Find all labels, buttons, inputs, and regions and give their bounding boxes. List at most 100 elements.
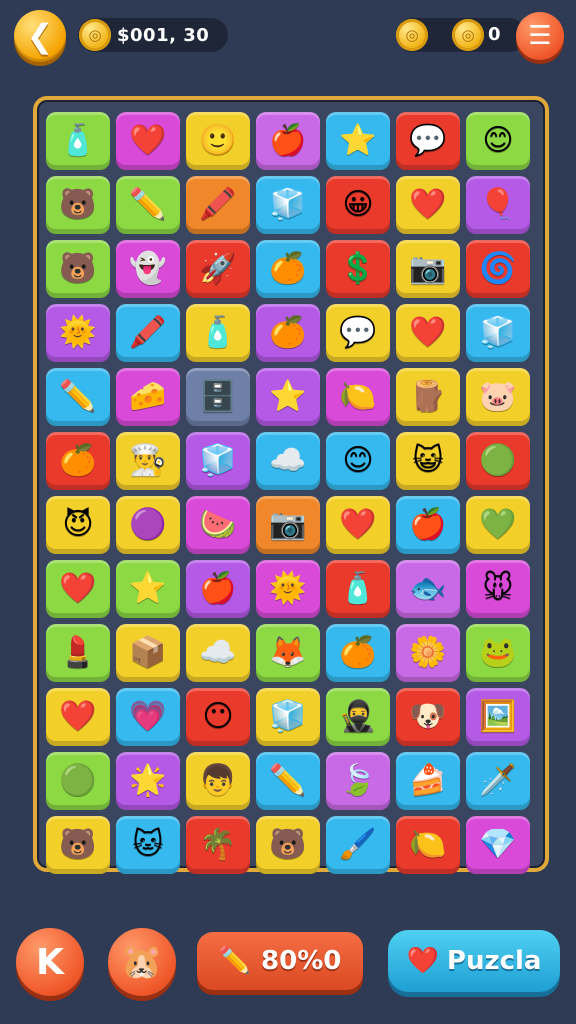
tile-bear-face[interactable]: 🐻 (46, 240, 110, 298)
tile-ice-cube[interactable]: 🧊 (186, 432, 250, 490)
tile-bear-face[interactable]: 🐻 (46, 176, 110, 234)
score-button[interactable]: ✏️ 80%0 (197, 932, 363, 990)
tile-orange-face[interactable]: 🍊 (46, 432, 110, 490)
camera-icon: 📷 (409, 251, 447, 286)
tile-cake[interactable]: 🍰 (396, 752, 460, 810)
tile-melon-bowl[interactable]: 🍉 (186, 496, 250, 554)
tile-crayon[interactable]: 🖍️ (116, 304, 180, 362)
tile-smiley[interactable]: 🙂 (186, 112, 250, 170)
tile-face[interactable]: 😀 (326, 176, 390, 234)
tile-chef-face[interactable]: 👨‍🍳 (116, 432, 180, 490)
tile-fox-face[interactable]: 🦊 (256, 624, 320, 682)
tile-orange-face[interactable]: 🍊 (256, 304, 320, 362)
tile-sun-face[interactable]: 🌞 (46, 304, 110, 362)
tile-green-gem[interactable]: 💚 (466, 496, 530, 554)
tile-lipstick[interactable]: 💄 (46, 624, 110, 682)
puzzle-button[interactable]: ❤️ Puzcla (388, 930, 560, 992)
tile-purple-face[interactable]: 😈 (46, 496, 110, 554)
menu-button[interactable]: ☰ (516, 12, 564, 60)
tile-bottle[interactable]: 🧴 (186, 304, 250, 362)
purple-face-icon: 😈 (62, 507, 94, 542)
pet-button[interactable]: 🐹 (108, 928, 176, 996)
tile-green-face[interactable]: 🟢 (46, 752, 110, 810)
tile-lemon[interactable]: 🍋 (326, 368, 390, 426)
tile-heart[interactable]: ❤️ (116, 112, 180, 170)
tile-cloud-face[interactable]: ☁️ (186, 624, 250, 682)
tile-sword[interactable]: 🗡️ (466, 752, 530, 810)
paint-frame-icon: 🖼️ (479, 699, 517, 734)
cake-icon: 🍰 (409, 763, 447, 798)
tile-lemon-face[interactable]: 🍋 (396, 816, 460, 874)
tile-ghost-face[interactable]: 👻 (116, 240, 180, 298)
tile-heart[interactable]: ❤️ (46, 688, 110, 746)
brush-icon: 🖌️ (339, 827, 377, 862)
ice-cube-icon: 🧊 (479, 315, 517, 350)
tile-bear-face[interactable]: 🐻 (256, 816, 320, 874)
tile-wood-stack[interactable]: 🪵 (396, 368, 460, 426)
tile-orange-face[interactable]: 🍊 (256, 240, 320, 298)
tile-ice-cube[interactable]: 🧊 (256, 688, 320, 746)
tile-boy-face[interactable]: 👦 (186, 752, 250, 810)
tile-purple-face[interactable]: 🟣 (116, 496, 180, 554)
apple-icon: 🍎 (409, 507, 447, 542)
back-button[interactable]: ❮ (14, 10, 66, 62)
tile-blue-face[interactable]: 😶 (186, 688, 250, 746)
tile-crayon[interactable]: 🖍️ (186, 176, 250, 234)
tile-smiley[interactable]: 😊 (466, 112, 530, 170)
tile-camera[interactable]: 📷 (256, 496, 320, 554)
tile-smiley[interactable]: 😊 (326, 432, 390, 490)
tile-paint-frame[interactable]: 🖼️ (466, 688, 530, 746)
tile-heart[interactable]: ❤️ (46, 560, 110, 618)
tile-bottle[interactable]: 🧴 (46, 112, 110, 170)
tile-rocket[interactable]: 🚀 (186, 240, 250, 298)
tile-green-face[interactable]: 🟢 (466, 432, 530, 490)
tile-ninja-face[interactable]: 🥷 (326, 688, 390, 746)
tile-ice-cube[interactable]: 🧊 (466, 304, 530, 362)
tile-cat-face[interactable]: 🐱 (116, 816, 180, 874)
tile-star[interactable]: ⭐ (326, 112, 390, 170)
tile-heart[interactable]: ❤️ (396, 304, 460, 362)
k-button[interactable]: K (16, 928, 84, 996)
tile-orange-face[interactable]: 🍊 (326, 624, 390, 682)
tile-safe-box[interactable]: 🗄️ (186, 368, 250, 426)
tile-brush[interactable]: 🖌️ (326, 816, 390, 874)
orange-face-icon: 🍊 (339, 635, 377, 670)
fish-face-icon: 🐟 (409, 571, 447, 606)
tile-palm-tree[interactable]: 🌴 (186, 816, 250, 874)
tile-star[interactable]: ⭐ (116, 560, 180, 618)
tile-frog-face[interactable]: 🐸 (466, 624, 530, 682)
tile-heart[interactable]: ❤️ (396, 176, 460, 234)
tile-pencil[interactable]: ✏️ (46, 368, 110, 426)
tile-apple[interactable]: 🍎 (396, 496, 460, 554)
tile-apple-ball[interactable]: 🍎 (256, 112, 320, 170)
tile-leaf-face[interactable]: 🍃 (326, 752, 390, 810)
tile-pig-face[interactable]: 🐷 (466, 368, 530, 426)
tile-sun-face[interactable]: 🌞 (256, 560, 320, 618)
tile-cheese[interactable]: 🧀 (116, 368, 180, 426)
tile-fish-face[interactable]: 🐟 (396, 560, 460, 618)
tile-apple[interactable]: 🍎 (186, 560, 250, 618)
tile-dollar-coin[interactable]: 💲 (326, 240, 390, 298)
tile-crystal[interactable]: 💎 (466, 816, 530, 874)
tile-speech-bubble[interactable]: 💬 (396, 112, 460, 170)
tile-pink-face[interactable]: 😺 (396, 432, 460, 490)
tile-flower-face[interactable]: 🌼 (396, 624, 460, 682)
tile-mouse-face[interactable]: 🐭 (466, 560, 530, 618)
tile-pencil[interactable]: ✏️ (116, 176, 180, 234)
swirl-icon: 🌀 (479, 251, 517, 286)
tile-heart[interactable]: ❤️ (326, 496, 390, 554)
tile-pencil[interactable]: ✏️ (256, 752, 320, 810)
tile-camera[interactable]: 📷 (396, 240, 460, 298)
tile-paper-star[interactable]: 🌟 (116, 752, 180, 810)
tile-bear-face[interactable]: 🐻 (46, 816, 110, 874)
tile-box[interactable]: 📦 (116, 624, 180, 682)
tile-block[interactable]: 🧊 (256, 176, 320, 234)
tile-pink-heart[interactable]: 💗 (116, 688, 180, 746)
tile-star[interactable]: ⭐ (256, 368, 320, 426)
tile-dog-face[interactable]: 🐶 (396, 688, 460, 746)
tile-swirl[interactable]: 🌀 (466, 240, 530, 298)
tile-cloud[interactable]: ☁️ (256, 432, 320, 490)
tile-speech-bubble[interactable]: 💬 (326, 304, 390, 362)
tile-balloon[interactable]: 🎈 (466, 176, 530, 234)
tile-bottle[interactable]: 🧴 (326, 560, 390, 618)
